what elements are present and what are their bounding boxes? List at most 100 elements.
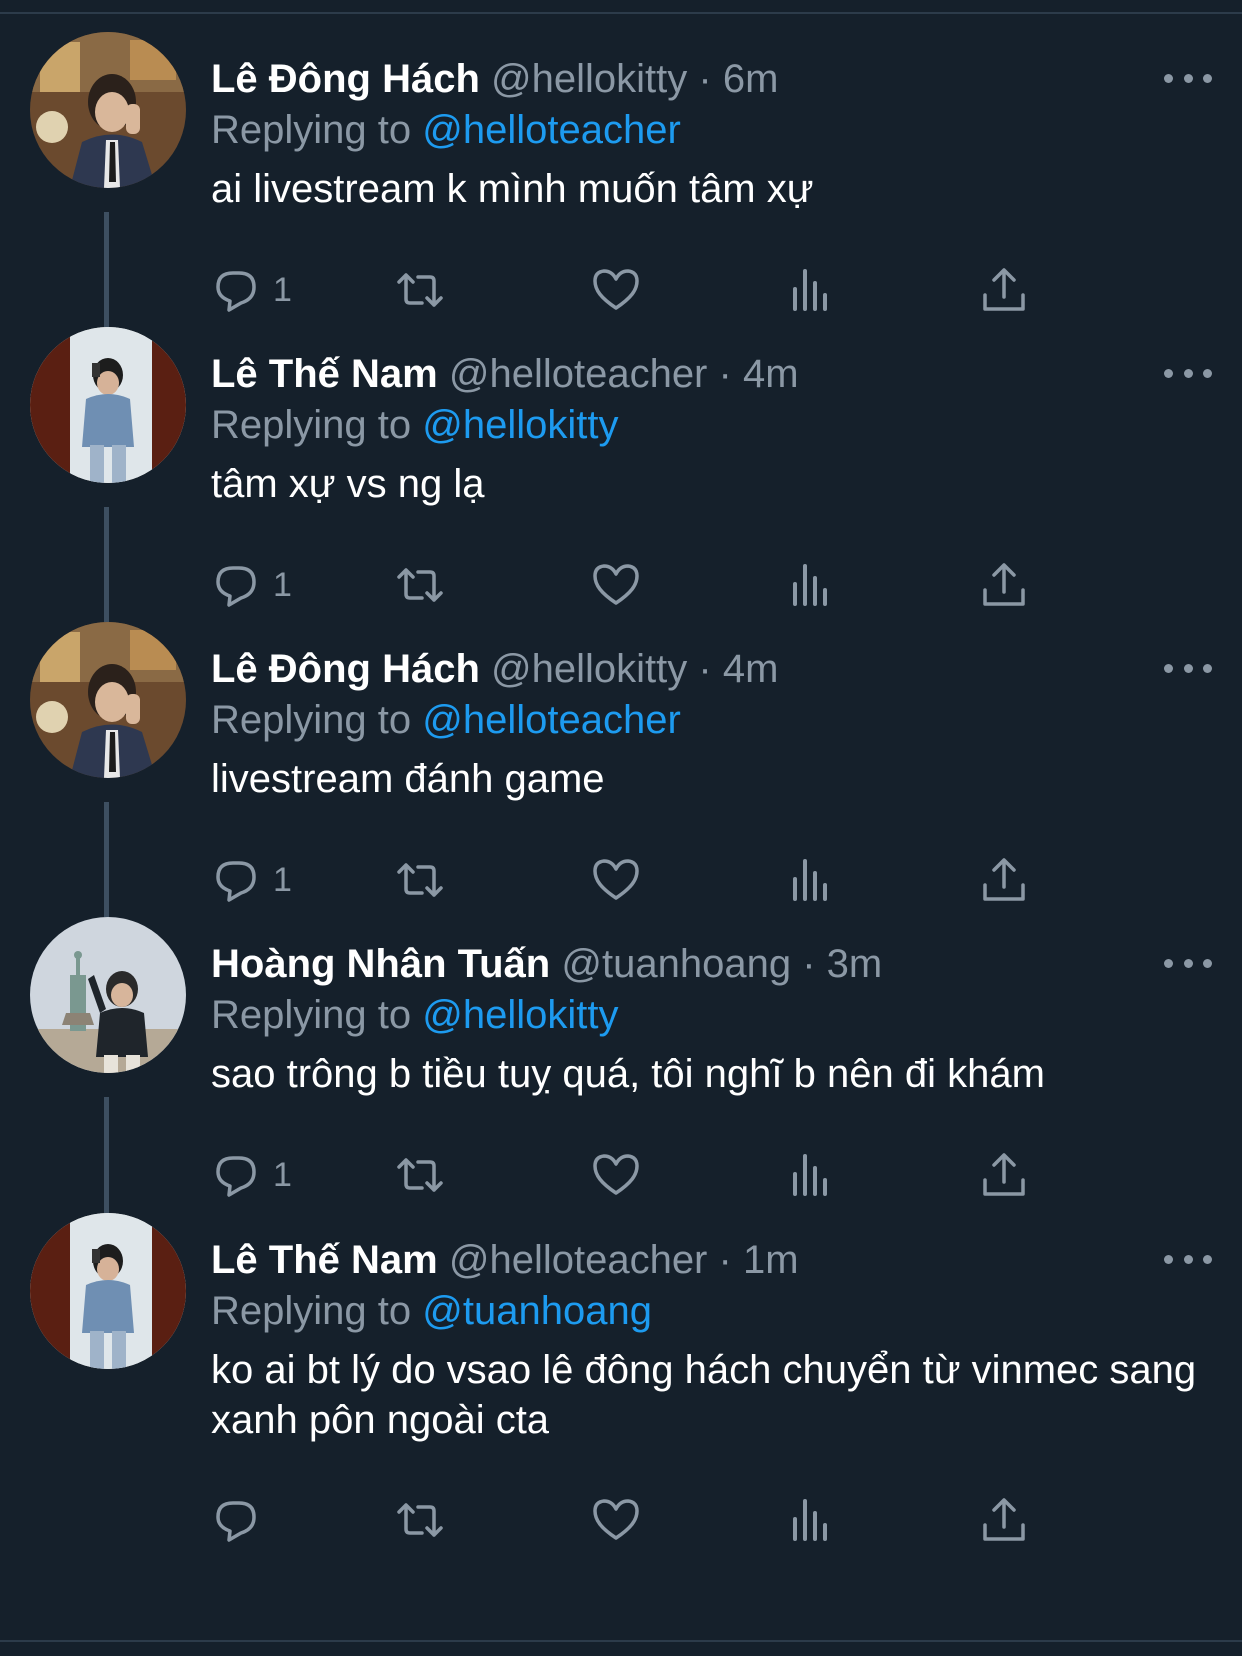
- timestamp[interactable]: · 1m: [719, 1238, 799, 1282]
- more-options-icon[interactable]: [1164, 648, 1212, 688]
- like-button[interactable]: [591, 260, 641, 320]
- timestamp[interactable]: · 3m: [802, 942, 882, 986]
- share-button[interactable]: [979, 555, 1029, 615]
- tweet-content: Lê Đông Hách @hellokitty · 4m Replying t…: [211, 644, 1212, 804]
- timestamp[interactable]: · 4m: [719, 352, 799, 396]
- more-options-icon[interactable]: [1164, 58, 1212, 98]
- views-icon: [793, 564, 827, 606]
- reply-count: 1: [273, 565, 292, 604]
- share-button[interactable]: [979, 850, 1029, 910]
- display-name[interactable]: Hoàng Nhân Tuấn: [211, 942, 550, 986]
- views-icon: [793, 859, 827, 901]
- replying-label: Replying to: [211, 1289, 412, 1333]
- share-icon: [983, 563, 1025, 606]
- user-handle[interactable]: @tuanhoang: [561, 942, 791, 986]
- display-name[interactable]: Lê Thế Nam: [211, 1238, 438, 1282]
- mention-link[interactable]: @hellokitty: [422, 993, 618, 1037]
- replying-label: Replying to: [211, 698, 412, 742]
- like-icon: [593, 1154, 639, 1195]
- reply-button[interactable]: 1: [211, 260, 292, 320]
- replying-to: Replying to @helloteacher: [211, 694, 1212, 746]
- share-button[interactable]: [979, 260, 1029, 320]
- like-button[interactable]: [591, 850, 641, 910]
- reply-icon: [216, 1501, 256, 1542]
- thread-line: [104, 802, 109, 926]
- reply-icon: [216, 271, 256, 312]
- tweet-content: Lê Thế Nam @helloteacher · 1m Replying t…: [211, 1235, 1212, 1445]
- replying-label: Replying to: [211, 993, 412, 1037]
- retweet-button[interactable]: [395, 850, 445, 910]
- retweet-button[interactable]: [395, 1145, 445, 1205]
- retweet-icon: [397, 863, 443, 897]
- reply-button[interactable]: 1: [211, 1145, 292, 1205]
- like-button[interactable]: [591, 555, 641, 615]
- bottom-divider: [0, 1640, 1242, 1642]
- share-icon: [983, 1498, 1025, 1541]
- mention-link[interactable]: @helloteacher: [422, 108, 681, 152]
- tweet-content: Hoàng Nhân Tuấn @tuanhoang · 3m Replying…: [211, 939, 1212, 1099]
- tweet-text: ko ai bt lý do vsao lê đông hách chuyển …: [211, 1348, 1197, 1442]
- replying-to: Replying to @hellokitty: [211, 399, 1212, 451]
- mention-link[interactable]: @hellokitty: [422, 403, 618, 447]
- replying-label: Replying to: [211, 108, 412, 152]
- tweet-header: Lê Thế Nam @helloteacher · 1m: [211, 1235, 1212, 1285]
- display-name[interactable]: Lê Thế Nam: [211, 352, 438, 396]
- like-icon: [593, 564, 639, 605]
- views-icon: [793, 1499, 827, 1541]
- reply-icon: [216, 1156, 256, 1197]
- tweet-header: Lê Đông Hách @hellokitty · 6m: [211, 54, 1212, 104]
- views-button[interactable]: [785, 260, 835, 320]
- share-icon: [983, 1153, 1025, 1196]
- reply-button[interactable]: 1: [211, 555, 292, 615]
- user-handle[interactable]: @helloteacher: [449, 1238, 708, 1282]
- share-icon: [983, 268, 1025, 311]
- avatar[interactable]: [30, 32, 186, 188]
- like-button[interactable]: [591, 1490, 641, 1550]
- views-button[interactable]: [785, 850, 835, 910]
- views-button[interactable]: [785, 1490, 835, 1550]
- more-options-icon[interactable]: [1164, 1239, 1212, 1279]
- display-name[interactable]: Lê Đông Hách: [211, 57, 480, 101]
- action-bar: 1: [211, 1145, 1111, 1205]
- tweet-header: Lê Thế Nam @helloteacher · 4m: [211, 349, 1212, 399]
- reply-button[interactable]: 1: [211, 850, 292, 910]
- mention-link[interactable]: @tuanhoang: [422, 1289, 652, 1333]
- thread-line: [104, 507, 109, 631]
- views-button[interactable]: [785, 555, 835, 615]
- replying-to: Replying to @helloteacher: [211, 104, 1212, 156]
- like-icon: [593, 1499, 639, 1540]
- avatar[interactable]: [30, 917, 186, 1073]
- action-bar: 1: [211, 850, 1111, 910]
- mention-link[interactable]: @helloteacher: [422, 698, 681, 742]
- user-handle[interactable]: @helloteacher: [449, 352, 708, 396]
- timestamp[interactable]: · 6m: [698, 57, 778, 101]
- retweet-button[interactable]: [395, 555, 445, 615]
- timestamp[interactable]: · 4m: [698, 647, 778, 691]
- reply-icon: [216, 566, 256, 607]
- retweet-button[interactable]: [395, 1490, 445, 1550]
- views-button[interactable]: [785, 1145, 835, 1205]
- thread-line: [104, 212, 109, 336]
- action-bar: 1: [211, 555, 1111, 615]
- avatar[interactable]: [30, 622, 186, 778]
- reply-count: 1: [273, 860, 292, 899]
- reply-button[interactable]: [211, 1490, 273, 1550]
- action-bar: 1: [211, 260, 1111, 320]
- display-name[interactable]: Lê Đông Hách: [211, 647, 480, 691]
- share-icon: [983, 858, 1025, 901]
- avatar[interactable]: [30, 327, 186, 483]
- avatar[interactable]: [30, 1213, 186, 1369]
- like-button[interactable]: [591, 1145, 641, 1205]
- reply-count: 1: [273, 1155, 292, 1194]
- more-options-icon[interactable]: [1164, 943, 1212, 983]
- retweet-icon: [397, 1158, 443, 1192]
- share-button[interactable]: [979, 1145, 1029, 1205]
- more-options-icon[interactable]: [1164, 353, 1212, 393]
- retweet-button[interactable]: [395, 260, 445, 320]
- share-button[interactable]: [979, 1490, 1029, 1550]
- top-divider: [0, 12, 1242, 14]
- like-icon: [593, 859, 639, 900]
- user-handle[interactable]: @hellokitty: [491, 57, 687, 101]
- tweet-text: tâm xự vs ng lạ: [211, 462, 485, 506]
- user-handle[interactable]: @hellokitty: [491, 647, 687, 691]
